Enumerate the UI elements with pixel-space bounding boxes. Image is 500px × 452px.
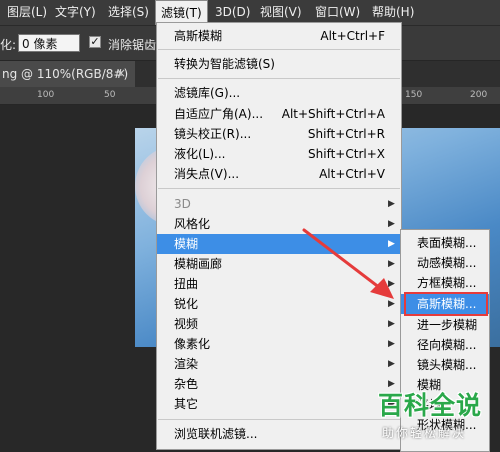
menu-item-shortcut: Shift+Ctrl+X: [308, 147, 385, 161]
annotation-highlight-box: [404, 292, 488, 316]
menu-item-shortcut: Shift+Ctrl+R: [307, 127, 385, 141]
menu-item-label: 滤镜库(G)...: [174, 86, 241, 100]
submenu-item-label: 动感模糊...: [417, 256, 477, 270]
menu-item-label: 消失点(V)...: [174, 167, 240, 181]
menu-item-label: 渲染: [174, 357, 199, 371]
document-tab-title: ng @ 110%(RGB/8#): [2, 67, 129, 81]
menu-item-video[interactable]: 视频 ▶: [157, 314, 401, 334]
submenu-item-label: 方框模糊...: [417, 276, 477, 290]
menu-item-label: 转换为智能滤镜(S): [174, 57, 275, 71]
menu-item-render[interactable]: 渲染 ▶: [157, 354, 401, 374]
submenu-arrow-icon: ▶: [388, 319, 395, 329]
menu-type[interactable]: 文字(Y): [50, 0, 101, 25]
feather-label: 化:: [0, 38, 17, 52]
menu-item-label: 其它: [174, 397, 199, 411]
menu-item-other[interactable]: 其它 ▶: [157, 394, 401, 414]
menu-item-shortcut: Alt+Ctrl+F: [320, 29, 385, 43]
menu-item-label: 自适应广角(A)...: [174, 107, 264, 121]
submenu-item-label: 表面模糊...: [417, 236, 477, 250]
menu-item-label: 高斯模糊: [174, 29, 223, 43]
menu-item-3d: 3D ▶: [157, 194, 401, 214]
submenu-item-label: 镜头模糊...: [417, 358, 477, 372]
ruler-label: 50: [104, 90, 116, 100]
menu-item-label: 浏览联机滤镜...: [174, 427, 258, 441]
menu-item-label: 视频: [174, 317, 199, 331]
menu-item-liquify[interactable]: 液化(L)... Shift+Ctrl+X: [157, 144, 401, 164]
document-tab[interactable]: ng @ 110%(RGB/8#) ×: [0, 61, 135, 87]
menu-separator: [158, 188, 400, 189]
submenu-item-lens-blur[interactable]: 镜头模糊...: [401, 355, 489, 375]
menu-item-smart-filter[interactable]: 转换为智能滤镜(S): [157, 54, 401, 74]
antialias-checkbox[interactable]: ✓: [89, 36, 101, 48]
submenu-arrow-icon: ▶: [388, 199, 395, 209]
watermark-subtitle: 助你轻松解决: [382, 426, 467, 440]
menu-item-shortcut: Alt+Shift+Ctrl+A: [281, 107, 385, 121]
menu-item-last-filter[interactable]: 高斯模糊 Alt+Ctrl+F: [157, 26, 401, 46]
annotation-arrow-icon: [302, 228, 394, 299]
ruler-label: 100: [37, 90, 55, 100]
submenu-item-radial-blur[interactable]: 径向模糊...: [401, 335, 489, 355]
watermark-title: 百科全说: [378, 391, 483, 420]
menu-item-browse-online-filters[interactable]: 浏览联机滤镜...: [157, 424, 401, 444]
watermark: 百科全说 助你轻松解决: [370, 386, 492, 444]
submenu-item-blur-more[interactable]: 进一步模糊: [401, 315, 489, 335]
menu-separator: [158, 49, 400, 50]
menu-item-label: 液化(L)...: [174, 147, 226, 161]
ruler-label: 150: [405, 90, 423, 100]
menu-layer[interactable]: 图层(L): [2, 0, 52, 25]
submenu-arrow-icon: ▶: [388, 359, 395, 369]
menu-item-vanishing-point[interactable]: 消失点(V)... Alt+Ctrl+V: [157, 164, 401, 184]
submenu-item-box-blur[interactable]: 方框模糊...: [401, 273, 489, 293]
menu-separator: [158, 78, 400, 79]
menu-item-label: 像素化: [174, 337, 211, 351]
menu-select[interactable]: 选择(S): [103, 0, 154, 25]
menu-item-pixelate[interactable]: 像素化 ▶: [157, 334, 401, 354]
menu-item-filter-gallery[interactable]: 滤镜库(G)...: [157, 83, 401, 103]
submenu-item-label: 进一步模糊: [417, 318, 478, 332]
close-icon[interactable]: ×: [116, 66, 126, 80]
submenu-arrow-icon: ▶: [388, 339, 395, 349]
menu-item-label: 扭曲: [174, 277, 199, 291]
menu-item-lens-correction[interactable]: 镜头校正(R)... Shift+Ctrl+R: [157, 124, 401, 144]
menu-item-label: 模糊画廊: [174, 257, 223, 271]
menu-item-label: 模糊: [174, 237, 199, 251]
menu-item-adaptive-wide-angle[interactable]: 自适应广角(A)... Alt+Shift+Ctrl+A: [157, 104, 401, 124]
menu-separator: [158, 419, 400, 420]
menu-item-noise[interactable]: 杂色 ▶: [157, 374, 401, 394]
submenu-item-motion-blur[interactable]: 动感模糊...: [401, 253, 489, 273]
menu-item-label: 风格化: [174, 217, 211, 231]
ruler-label: 200: [470, 90, 488, 100]
submenu-item-surface-blur[interactable]: 表面模糊...: [401, 233, 489, 253]
menu-item-label: 杂色: [174, 377, 199, 391]
antialias-label: 消除锯齿: [108, 38, 157, 52]
menu-item-label: 镜头校正(R)...: [174, 127, 252, 141]
feather-input[interactable]: 0 像素: [18, 34, 80, 52]
menu-item-label: 锐化: [174, 297, 199, 311]
menu-item-label: 3D: [174, 197, 191, 211]
submenu-item-label: 径向模糊...: [417, 338, 477, 352]
menu-item-shortcut: Alt+Ctrl+V: [319, 167, 385, 181]
